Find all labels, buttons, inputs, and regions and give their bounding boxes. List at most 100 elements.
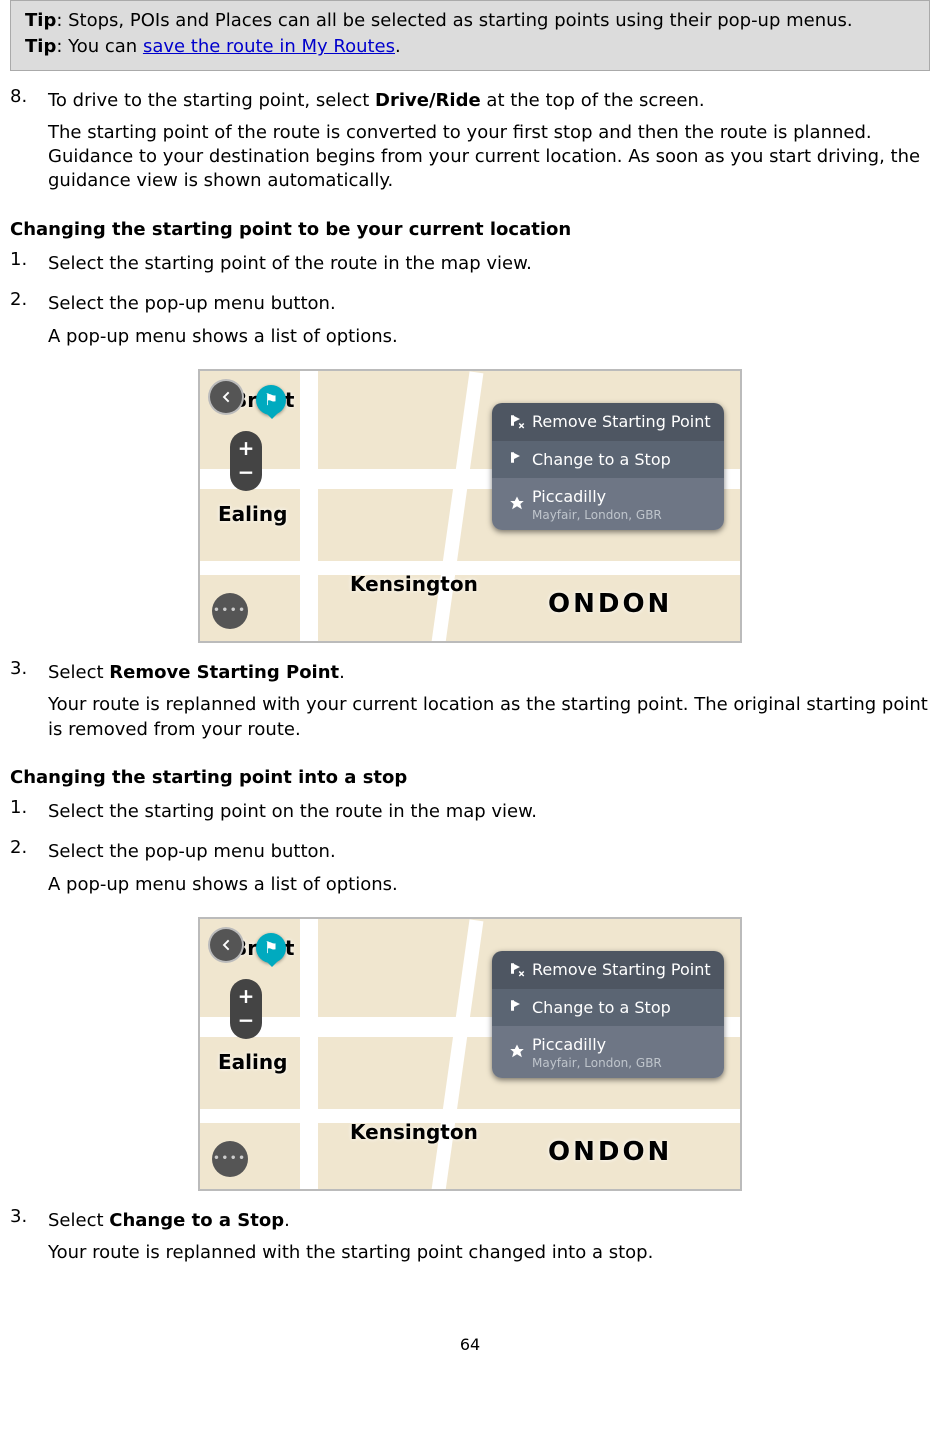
back-button[interactable] — [210, 381, 242, 413]
zoom-in-button[interactable]: + — [238, 985, 255, 1009]
map-label-london: ONDON — [548, 587, 672, 622]
map-label-kensington: Kensington — [350, 1119, 478, 1146]
tip-box: Tip: Stops, POIs and Places can all be s… — [10, 0, 930, 71]
list-item: 1. Select the starting point of the rout… — [10, 248, 930, 284]
menu-label: Remove Starting Point — [532, 959, 714, 981]
menu-item-change-stop[interactable]: Change to a Stop — [492, 441, 724, 479]
menu-item-remove-start[interactable]: Remove Starting Point — [492, 403, 724, 441]
text: Select the starting point of the route i… — [48, 252, 930, 276]
tip2-after: . — [395, 36, 401, 57]
zoom-control[interactable]: + − — [230, 431, 262, 491]
more-button[interactable]: •••• — [212, 1141, 248, 1177]
change-stop-icon — [502, 998, 532, 1016]
drive-ride-label: Drive/Ride — [375, 90, 481, 111]
remove-start-icon — [502, 413, 532, 431]
place-title: Piccadilly — [532, 487, 606, 506]
map-screenshot-2: Brent Ealing Kensington ONDON ⚑ + − ••••… — [198, 917, 742, 1191]
tip2-before: : You can — [56, 36, 143, 57]
text: To drive to the starting point, select — [48, 90, 375, 111]
place-sub: Mayfair, London, GBR — [532, 508, 714, 522]
map-label-london: ONDON — [548, 1135, 672, 1170]
heading-change-current: Changing the starting point to be your c… — [10, 218, 930, 242]
tip1-text: : Stops, POIs and Places can all be sele… — [56, 10, 852, 31]
step-marker: 8. — [10, 85, 48, 109]
zoom-control[interactable]: + − — [230, 979, 262, 1039]
list-sectionB-2: 3. Select Change to a Stop. Your route i… — [10, 1205, 930, 1274]
back-icon — [218, 389, 234, 405]
step8-line1: To drive to the starting point, select D… — [48, 89, 930, 113]
list-sectionA-2: 3. Select Remove Starting Point. Your ro… — [10, 657, 930, 750]
step-marker: 3. — [10, 1205, 48, 1229]
list-item: 8. To drive to the starting point, selec… — [10, 85, 930, 202]
location-icon — [502, 495, 532, 513]
step-marker: 2. — [10, 288, 48, 312]
heading-change-stop: Changing the starting point into a stop — [10, 766, 930, 790]
text: Your route is replanned with the startin… — [48, 1241, 930, 1265]
place-title: Piccadilly — [532, 1035, 606, 1054]
remove-start-label: Remove Starting Point — [109, 662, 339, 683]
list-item: 2. Select the pop-up menu button. A pop-… — [10, 288, 930, 357]
text: at the top of the screen. — [481, 90, 705, 111]
zoom-out-button[interactable]: − — [238, 461, 255, 485]
menu-item-remove-start[interactable]: Remove Starting Point — [492, 951, 724, 989]
back-icon — [218, 937, 234, 953]
menu-label: Change to a Stop — [532, 997, 714, 1019]
location-icon — [502, 1043, 532, 1061]
change-stop-label: Change to a Stop — [109, 1210, 284, 1231]
tip-label: Tip — [25, 36, 56, 57]
menu-label: Change to a Stop — [532, 449, 714, 471]
change-stop-icon — [502, 450, 532, 468]
zoom-in-button[interactable]: + — [238, 437, 255, 461]
list-item: 2. Select the pop-up menu button. A pop-… — [10, 836, 930, 905]
place-sub: Mayfair, London, GBR — [532, 1056, 714, 1070]
menu-place: Piccadilly Mayfair, London, GBR — [532, 486, 714, 522]
text: Select Change to a Stop. — [48, 1209, 930, 1233]
menu-place: Piccadilly Mayfair, London, GBR — [532, 1034, 714, 1070]
list-item: 3. Select Change to a Stop. Your route i… — [10, 1205, 930, 1274]
text: Your route is replanned with your curren… — [48, 693, 930, 742]
text: . — [284, 1210, 290, 1231]
tip-line-2: Tip: You can save the route in My Routes… — [25, 35, 915, 59]
map-label-ealing: Ealing — [218, 501, 287, 528]
text: Select — [48, 662, 109, 683]
tip-line-1: Tip: Stops, POIs and Places can all be s… — [25, 9, 915, 33]
menu-item-place[interactable]: Piccadilly Mayfair, London, GBR — [492, 1026, 724, 1078]
menu-label: Remove Starting Point — [532, 411, 714, 433]
text: A pop-up menu shows a list of options. — [48, 873, 930, 897]
list-sectionA: 1. Select the starting point of the rout… — [10, 248, 930, 357]
figure-1-wrap: Brent Ealing Kensington ONDON ⚑ + − ••••… — [10, 369, 930, 643]
step8-para: The starting point of the route is conve… — [48, 121, 930, 194]
zoom-out-button[interactable]: − — [238, 1009, 255, 1033]
step-marker: 2. — [10, 836, 48, 860]
menu-item-change-stop[interactable]: Change to a Stop — [492, 989, 724, 1027]
popup-menu: Remove Starting Point Change to a Stop P… — [492, 951, 724, 1078]
text: Select — [48, 1210, 109, 1231]
step-marker: 3. — [10, 657, 48, 681]
back-button[interactable] — [210, 929, 242, 961]
remove-start-icon — [502, 961, 532, 979]
list-item: 3. Select Remove Starting Point. Your ro… — [10, 657, 930, 750]
start-flag-icon[interactable]: ⚑ — [256, 385, 286, 415]
map-screenshot-1: Brent Ealing Kensington ONDON ⚑ + − ••••… — [198, 369, 742, 643]
more-button[interactable]: •••• — [212, 593, 248, 629]
text: Select Remove Starting Point. — [48, 661, 930, 685]
list-item: 1. Select the starting point on the rout… — [10, 796, 930, 832]
step-marker: 1. — [10, 248, 48, 272]
text: A pop-up menu shows a list of options. — [48, 325, 930, 349]
step-marker: 1. — [10, 796, 48, 820]
map-label-ealing: Ealing — [218, 1049, 287, 1076]
text: Select the pop-up menu button. — [48, 840, 930, 864]
menu-item-place[interactable]: Piccadilly Mayfair, London, GBR — [492, 478, 724, 530]
list-sectionB: 1. Select the starting point on the rout… — [10, 796, 930, 905]
tip2-link[interactable]: save the route in My Routes — [143, 36, 395, 57]
map-label-kensington: Kensington — [350, 571, 478, 598]
popup-menu: Remove Starting Point Change to a Stop P… — [492, 403, 724, 530]
text: . — [339, 662, 345, 683]
figure-2-wrap: Brent Ealing Kensington ONDON ⚑ + − ••••… — [10, 917, 930, 1191]
text: Select the starting point on the route i… — [48, 800, 930, 824]
list-step8: 8. To drive to the starting point, selec… — [10, 85, 930, 202]
start-flag-icon[interactable]: ⚑ — [256, 933, 286, 963]
page-number: 64 — [10, 1334, 930, 1356]
text: Select the pop-up menu button. — [48, 292, 930, 316]
tip-label: Tip — [25, 10, 56, 31]
